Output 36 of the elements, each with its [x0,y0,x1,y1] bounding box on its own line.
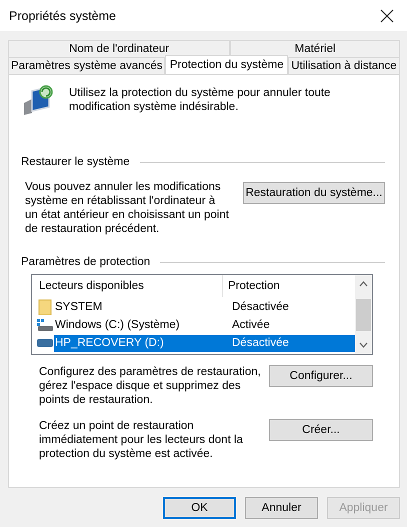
restore-button[interactable]: Restauration du système... [243,182,385,204]
scroll-down-icon[interactable] [359,342,368,348]
drive-name: SYSTEM [54,301,104,313]
tab[interactable]: Matériel [230,40,400,57]
column-header[interactable]: Protection [223,275,280,297]
scrollbar[interactable] [355,275,372,354]
list-row[interactable]: SYSTEM Désactivée [54,298,355,316]
drive-name: HP_RECOVERY (D:) [54,337,165,349]
protection-status: Désactivée [231,337,289,349]
system-drive-icon [37,319,53,331]
drive-name: Windows (C:) (Système) [54,319,181,331]
list-row[interactable]: HP_RECOVERY (D:) Désactivée [54,334,355,352]
group-heading: Paramètres de protection [21,256,150,268]
drive-icon [37,339,53,347]
dialog-button[interactable]: Annuler [245,497,318,519]
dialog-button[interactable]: OK [163,497,236,519]
tab[interactable]: Utilisation à distance [288,57,400,74]
description-text: Vous pouvez annuler les modifications système en rétablissant l'ordinateur à un état antérieur en choisissant un point de restauration précédent. [25,180,230,236]
protection-status: Désactivée [231,301,289,313]
tab[interactable]: Protection du système [165,55,288,74]
description-text: Créez un point de restauration immédiatement pour les lecteurs dont la protection du système est activée. [39,419,244,461]
tab[interactable]: Paramètres système avancés [8,57,166,74]
window-title: Propriétés système [9,8,116,22]
scroll-thumb[interactable] [356,298,371,330]
intro-text: Utilisez la protection du système pour annuler toute modification système indésirable. [69,86,332,114]
list-row[interactable]: Windows (C:) (Système) Activée [54,316,355,334]
close-icon[interactable] [380,8,394,22]
folder-icon [38,299,52,315]
group-heading: Restaurer le système [21,156,130,168]
description-text: Configurez des paramètres de restauration, gérez l'espace disque et supprimez des points de restauration. [39,365,262,407]
action-button[interactable]: Créer... [269,419,373,441]
scroll-up-icon[interactable] [359,281,368,287]
column-header[interactable]: Lecteurs disponibles [32,275,223,297]
action-button[interactable]: Configurer... [269,365,373,387]
tab[interactable]: Nom de l'ordinateur [8,40,230,57]
protection-status: Activée [231,319,270,331]
